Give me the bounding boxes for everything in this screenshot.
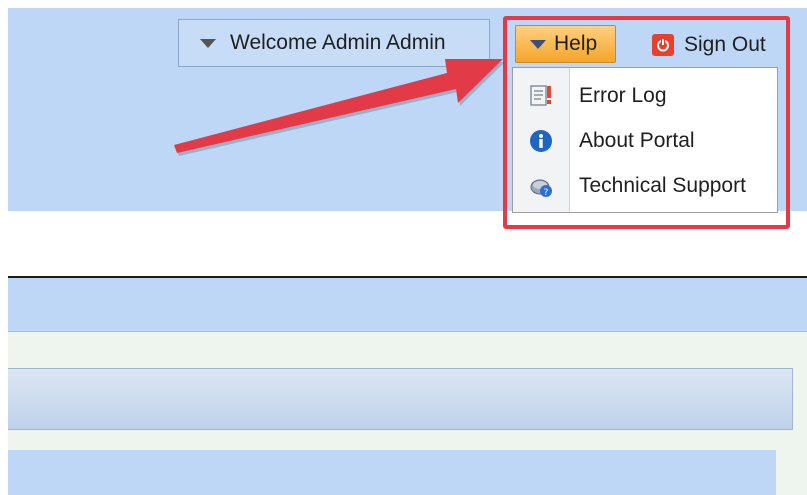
sign-out-label: Sign Out (684, 33, 766, 56)
power-icon (652, 34, 674, 56)
technical-support-icon: ? (529, 174, 553, 198)
menu-item-label: Technical Support (579, 174, 746, 197)
content-strip (8, 211, 807, 278)
welcome-label: Welcome Admin Admin (230, 31, 446, 54)
sign-out-button[interactable]: Sign Out (652, 28, 766, 62)
menu-item-label: About Portal (579, 129, 695, 152)
nav-strip (8, 278, 807, 332)
welcome-user-menu[interactable]: Welcome Admin Admin (178, 19, 490, 67)
toolbar-panel (8, 368, 793, 430)
help-dropdown-menu: Error Log About Portal ? Technical Suppo… (512, 67, 778, 213)
caret-down-icon (200, 38, 216, 48)
help-label: Help (554, 32, 598, 55)
menu-item-label: Error Log (579, 84, 667, 107)
caret-down-icon (530, 39, 546, 49)
info-icon (529, 129, 553, 153)
menu-item-about-portal[interactable]: About Portal (513, 119, 777, 163)
error-log-icon (529, 84, 553, 108)
menu-item-technical-support[interactable]: ? Technical Support (513, 164, 777, 208)
help-menu-button[interactable]: Help (515, 25, 616, 63)
content-panel (8, 450, 776, 495)
menu-item-error-log[interactable]: Error Log (513, 74, 777, 118)
svg-text:?: ? (544, 188, 549, 198)
